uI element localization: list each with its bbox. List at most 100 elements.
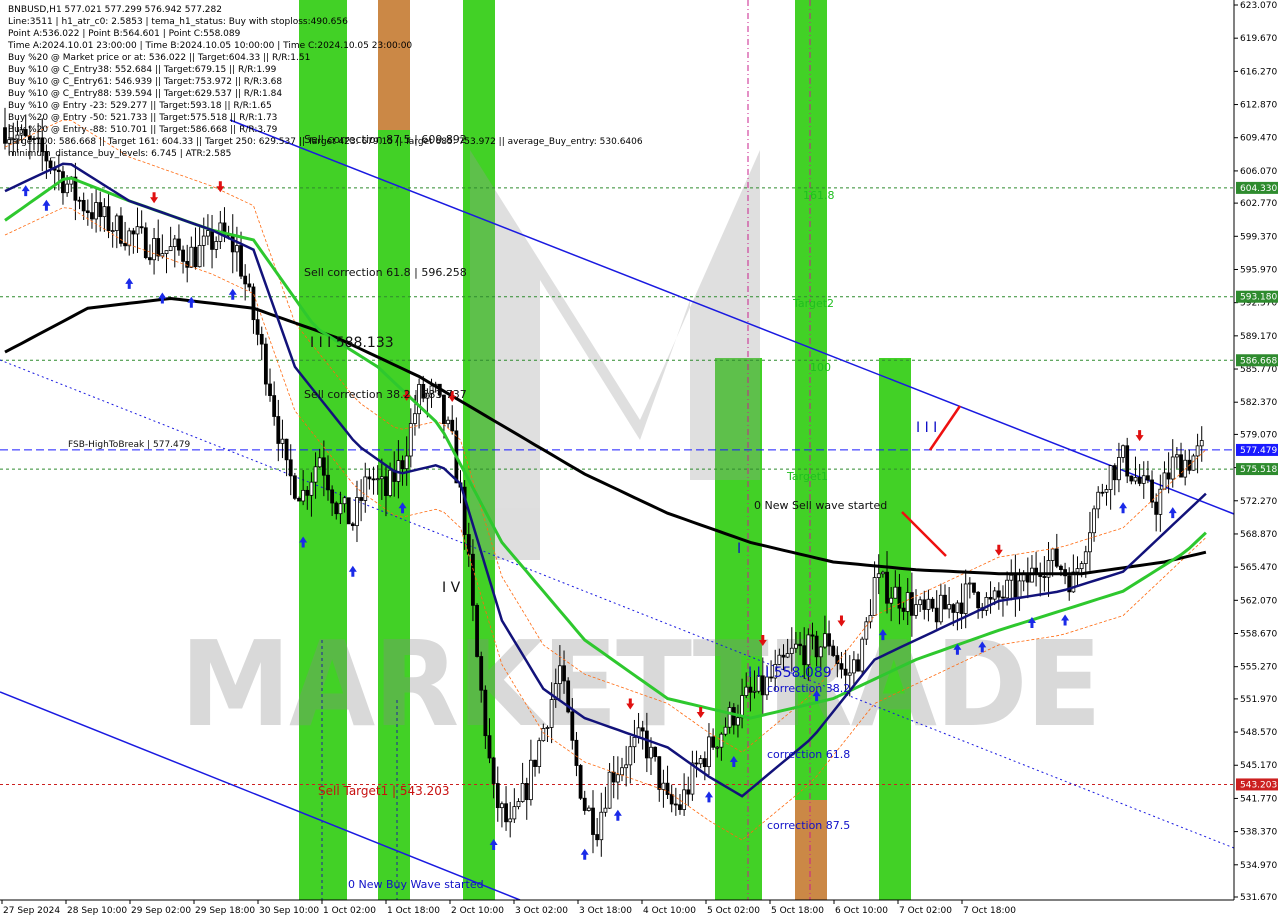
candle-body bbox=[976, 591, 981, 609]
candle-body bbox=[189, 246, 194, 268]
candle-body bbox=[727, 707, 732, 728]
candle-body bbox=[313, 466, 318, 483]
candle-body bbox=[520, 782, 525, 802]
x-tick-label: 1 Oct 02:00 bbox=[323, 906, 376, 916]
candle-body bbox=[744, 686, 749, 696]
candle-body bbox=[388, 469, 393, 496]
candle-body bbox=[603, 807, 608, 813]
candle-body bbox=[259, 333, 264, 345]
candle-body bbox=[98, 202, 103, 218]
info-line: Buy %20 @ Entry -50: 521.733 || Target:5… bbox=[8, 113, 277, 123]
candle-body bbox=[794, 643, 798, 649]
y-tick-label: 595.970 bbox=[1240, 265, 1277, 275]
level-tag-label: 543.203 bbox=[1240, 780, 1277, 790]
candle-body bbox=[152, 238, 156, 261]
candle-body bbox=[810, 634, 815, 637]
x-tick-label: 7 Oct 18:00 bbox=[963, 906, 1016, 916]
target1-label: Target1 bbox=[786, 470, 828, 483]
candle-body bbox=[860, 638, 865, 672]
candle-body bbox=[963, 583, 968, 614]
correction-38-label: correction 38.2 bbox=[767, 682, 850, 695]
y-tick-label: 582.370 bbox=[1240, 398, 1277, 408]
candle-body bbox=[77, 199, 82, 202]
candle-body bbox=[595, 834, 600, 841]
x-tick-label: 28 Sep 10:00 bbox=[67, 906, 127, 916]
candle-body bbox=[537, 740, 542, 767]
y-tick-label: 534.970 bbox=[1240, 861, 1277, 871]
x-tick-label: 29 Sep 02:00 bbox=[131, 906, 191, 916]
candle-body bbox=[665, 782, 670, 795]
candle-body bbox=[346, 497, 351, 525]
wave-iii-b-label: I I I 558.089 bbox=[748, 665, 832, 681]
candle-body bbox=[413, 413, 417, 424]
candle-body bbox=[943, 594, 947, 610]
candle-body bbox=[172, 238, 177, 248]
candle-body bbox=[528, 759, 533, 801]
y-tick-label: 619.670 bbox=[1240, 34, 1277, 44]
candle-body bbox=[1199, 440, 1204, 447]
candle-body bbox=[334, 502, 339, 515]
candle-body bbox=[479, 656, 484, 691]
time-axis-background bbox=[0, 900, 1280, 920]
candle-body bbox=[263, 343, 268, 385]
y-tick-label: 562.070 bbox=[1240, 596, 1277, 606]
candle-body bbox=[243, 275, 248, 285]
candle-body bbox=[1009, 574, 1014, 581]
candle-body bbox=[930, 598, 935, 609]
candle-body bbox=[624, 764, 629, 769]
candle-body bbox=[1100, 491, 1105, 494]
info-line: BNBUSD,H1 577.021 577.299 576.942 577.28… bbox=[8, 5, 222, 15]
candle-body bbox=[649, 746, 653, 759]
candle-body bbox=[615, 774, 620, 783]
correction-61-label: correction 61.8 bbox=[767, 748, 850, 761]
candle-body bbox=[268, 383, 272, 396]
candle-body bbox=[1154, 501, 1159, 515]
candle-body bbox=[707, 736, 711, 768]
candle-body bbox=[880, 571, 885, 575]
candle-body bbox=[885, 571, 889, 604]
candle-body bbox=[85, 210, 90, 214]
candle-body bbox=[549, 699, 554, 728]
level-tag-label: 575.518 bbox=[1240, 465, 1277, 475]
candle-body bbox=[570, 711, 575, 741]
x-tick-label: 30 Sep 10:00 bbox=[259, 906, 319, 916]
candle-body bbox=[640, 727, 645, 732]
candle-body bbox=[309, 481, 314, 496]
candle-body bbox=[1112, 465, 1117, 481]
target2-label: Target2 bbox=[792, 297, 834, 310]
x-tick-label: 27 Sep 2024 bbox=[3, 906, 60, 916]
candle-body bbox=[359, 497, 364, 501]
candle-body bbox=[922, 599, 927, 610]
x-tick-label: 2 Oct 10:00 bbox=[451, 906, 504, 916]
candle-body bbox=[181, 249, 185, 262]
candle-body bbox=[582, 797, 587, 811]
candle-body bbox=[723, 726, 728, 735]
candle-body bbox=[210, 230, 214, 250]
candle-body bbox=[3, 127, 7, 144]
candle-body bbox=[653, 746, 658, 758]
candle-body bbox=[959, 602, 964, 614]
candle-body bbox=[673, 803, 678, 806]
candle-body bbox=[450, 419, 455, 432]
candle-body bbox=[702, 758, 707, 768]
candle-body bbox=[872, 577, 877, 616]
candle-body bbox=[578, 765, 583, 799]
candle-body bbox=[847, 672, 852, 676]
candle-body bbox=[301, 489, 306, 502]
candle-body bbox=[114, 215, 119, 231]
target-161-label: 161.8 bbox=[803, 189, 835, 202]
candle-body bbox=[988, 596, 993, 600]
candle-body bbox=[168, 246, 173, 252]
candle-body bbox=[996, 590, 1001, 598]
candle-body bbox=[1145, 475, 1150, 481]
candle-body bbox=[160, 253, 165, 257]
candle-body bbox=[972, 582, 976, 593]
candle-body bbox=[371, 478, 376, 481]
candle-body bbox=[288, 459, 293, 477]
sell-target1-label: Sell Target1 | 543.203 bbox=[318, 784, 450, 798]
candle-body bbox=[338, 503, 343, 515]
price-chart[interactable]: MARKETTRADE FSB-HighToBreak | 577.479 Se… bbox=[0, 0, 1280, 920]
candle-body bbox=[148, 257, 152, 261]
info-line: Buy %20 @ Market price or at: 536.022 ||… bbox=[8, 53, 310, 63]
y-tick-label: 538.370 bbox=[1240, 828, 1277, 838]
